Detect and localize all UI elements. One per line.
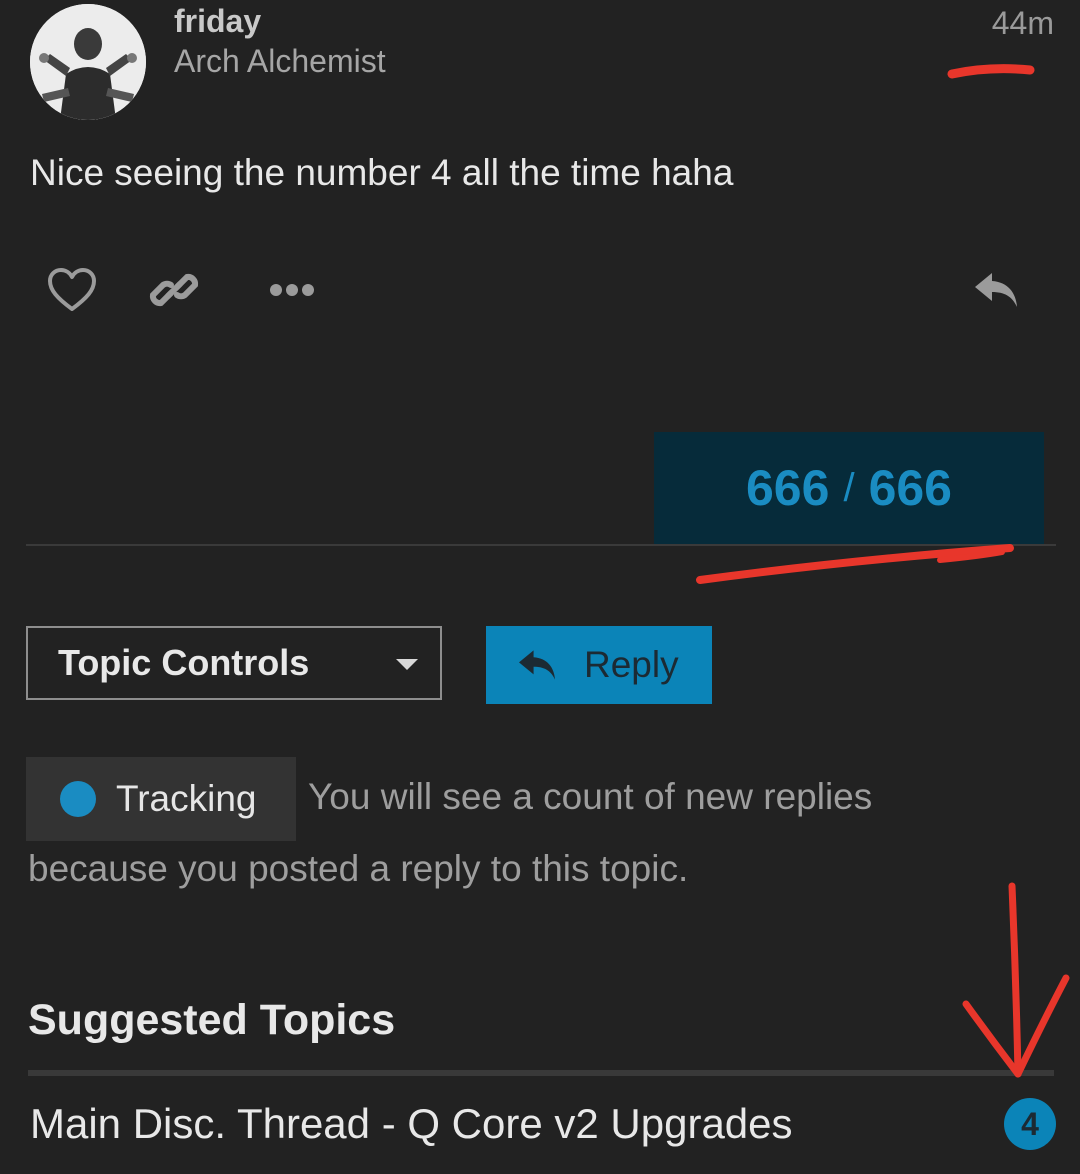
new-replies-badge[interactable]: 4: [1004, 1098, 1056, 1150]
link-icon: [149, 273, 199, 307]
more-icon: [270, 284, 314, 296]
avatar[interactable]: [30, 4, 146, 120]
arrow-annotation: [962, 974, 1070, 1078]
like-button[interactable]: [42, 260, 102, 320]
heart-icon: [48, 268, 96, 311]
username[interactable]: friday: [174, 2, 261, 40]
reply-to-post-button[interactable]: [966, 260, 1026, 320]
reply-icon: [975, 273, 1017, 307]
suggested-topic-row[interactable]: Main Disc. Thread - Q Core v2 Upgrades 4: [28, 1094, 1058, 1158]
arrow-annotation: [1008, 882, 1022, 1078]
suggested-topics-heading: Suggested Topics: [28, 996, 396, 1044]
tracking-label: Tracking: [116, 778, 257, 819]
notification-level-button[interactable]: Tracking: [26, 757, 296, 841]
progress-current: 666: [746, 460, 830, 516]
suggested-topics-divider: [28, 1070, 1054, 1076]
post-body: Nice seeing the number 4 all the time ha…: [30, 152, 734, 193]
user-title: Arch Alchemist: [174, 43, 386, 79]
progress-total: 666: [868, 460, 952, 516]
reply-button-label: Reply: [584, 644, 679, 685]
underline-annotation: [947, 64, 1035, 79]
topic-controls-dropdown[interactable]: Topic Controls: [26, 626, 442, 700]
copy-link-button[interactable]: [144, 260, 204, 320]
reply-icon: [519, 650, 555, 680]
reply-button[interactable]: Reply: [486, 626, 712, 704]
topic-progress[interactable]: 666 / 666: [654, 432, 1044, 544]
underline-annotation: [696, 544, 1014, 584]
post-timestamp[interactable]: 44m: [992, 4, 1054, 42]
more-actions-button[interactable]: [262, 260, 322, 320]
suggested-topic-title[interactable]: Main Disc. Thread - Q Core v2 Upgrades: [30, 1098, 793, 1150]
chevron-down-icon: [396, 659, 418, 670]
topic-controls-label: Topic Controls: [58, 642, 310, 683]
tracking-description-continued: because you posted a reply to this topic…: [28, 848, 689, 889]
underline-annotation: [937, 549, 1005, 563]
progress-separator: /: [843, 465, 855, 510]
tracking-description: You will see a count of new replies: [308, 776, 873, 817]
tracking-dot-icon: [60, 781, 96, 817]
divider: [26, 544, 1056, 546]
